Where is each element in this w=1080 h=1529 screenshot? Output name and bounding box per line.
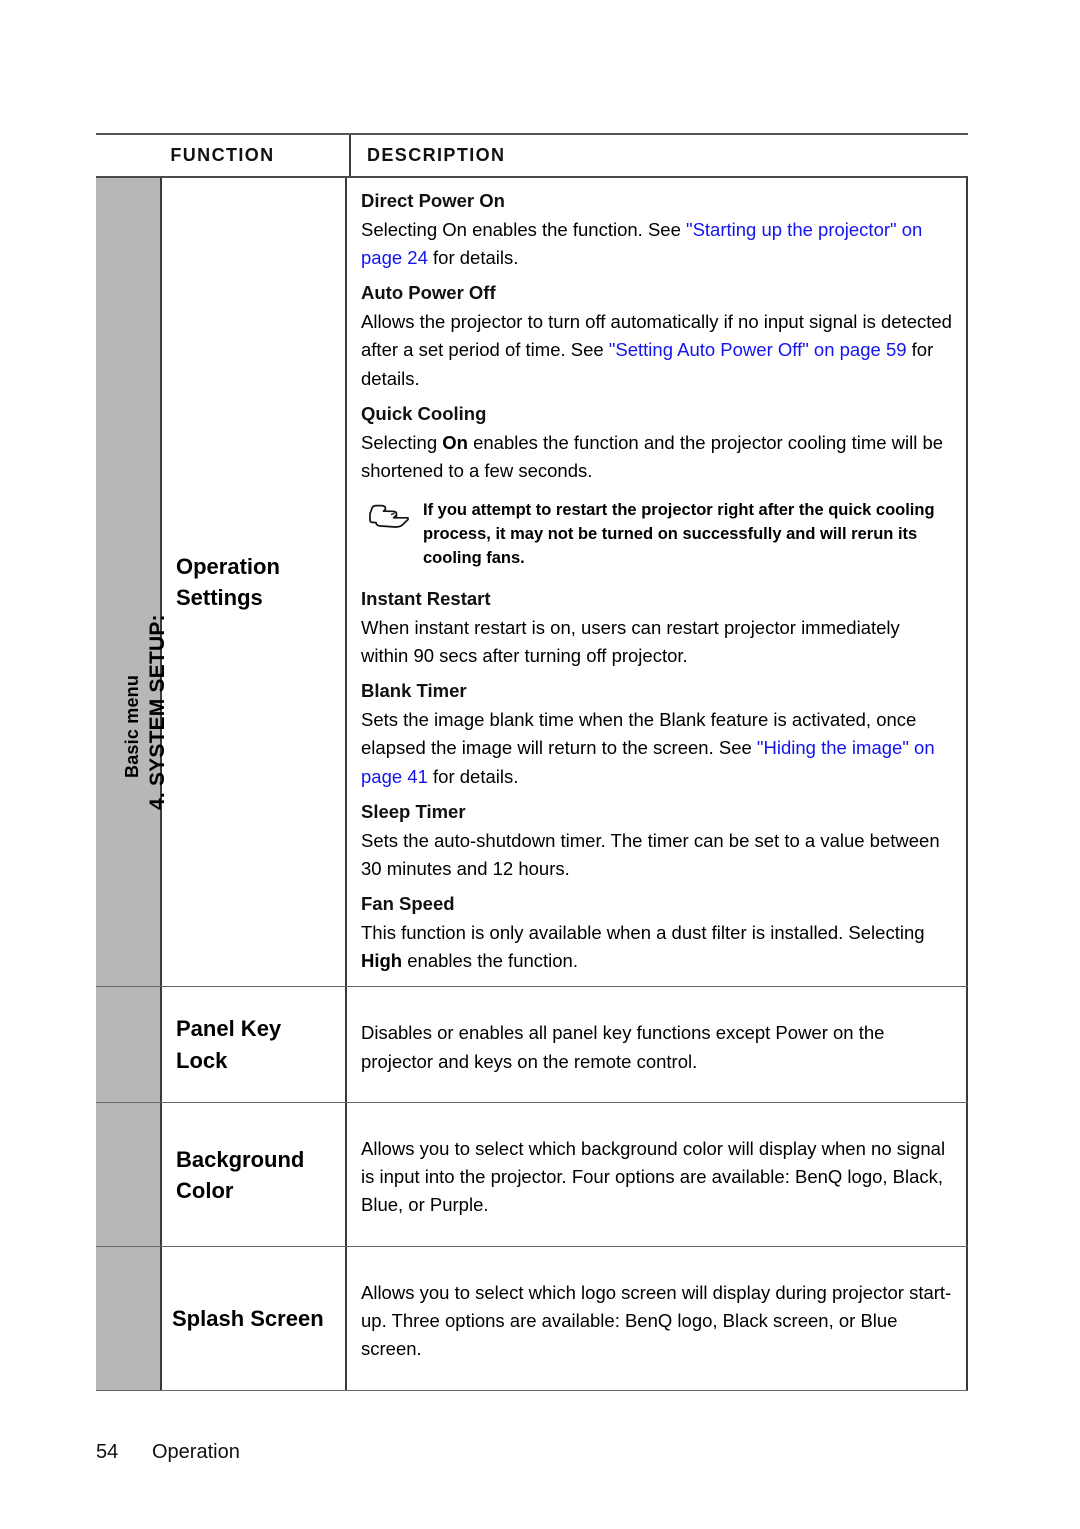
function-cell-splash-screen: Splash Screen	[160, 1247, 347, 1391]
pointing-hand-icon	[367, 499, 423, 571]
footer-section-label: Operation	[152, 1441, 240, 1463]
subheading-blank-timer: Blank Timer	[361, 680, 467, 702]
table-header-row: FUNCTION DESCRIPTION	[96, 135, 968, 176]
side-caption-secondary: Basic menu	[122, 674, 142, 778]
page-footer: 54 Operation	[96, 1441, 240, 1464]
paragraph-sleep-timer: Sets the auto-shutdown timer. The timer …	[361, 829, 940, 880]
subheading-fan-speed: Fan Speed	[361, 893, 455, 915]
table-row: Background Color Allows you to select wh…	[96, 1103, 968, 1247]
function-cell-operation-settings: Operation Settings	[160, 178, 347, 986]
note-callout: If you attempt to restart the projector …	[367, 499, 952, 571]
function-cell-panel-key-lock: Panel Key Lock	[160, 986, 347, 1103]
settings-table: FUNCTION DESCRIPTION 4. SYSTEM SETUP: Ba…	[96, 133, 968, 1392]
side-band	[96, 1247, 160, 1391]
document-page: FUNCTION DESCRIPTION 4. SYSTEM SETUP: Ba…	[0, 0, 1080, 1529]
paragraph-quick-cooling: Selecting On enables the function and th…	[361, 429, 952, 486]
description-cell-splash-screen: Allows you to select which logo screen w…	[347, 1247, 968, 1391]
paragraph-blank-timer: Sets the image blank time when the Blank…	[361, 706, 952, 791]
function-label-line2: Lock	[176, 1047, 228, 1073]
function-label-line1: Panel Key	[176, 1016, 282, 1042]
table-row: Panel Key Lock Disables or enables all p…	[96, 986, 968, 1103]
function-label-line1: Background	[176, 1146, 305, 1172]
subheading-quick-cooling: Quick Cooling	[361, 402, 487, 424]
description-cell-panel-key-lock: Disables or enables all panel key functi…	[347, 986, 968, 1103]
paragraph-fan-speed: This function is only available when a d…	[361, 919, 952, 976]
function-cell-background-color: Background Color	[160, 1103, 347, 1247]
paragraph-splash-screen: Allows you to select which logo screen w…	[361, 1281, 952, 1360]
table-row: 4. SYSTEM SETUP: Basic menu Operation Se…	[96, 178, 968, 986]
subheading-direct-power-on: Direct Power On	[361, 190, 505, 211]
text-post: enables the function.	[402, 950, 578, 972]
description-cell-operation-settings: Direct Power On Selecting On enables the…	[347, 178, 968, 986]
column-header-description: DESCRIPTION	[349, 135, 968, 176]
paragraph-panel-key-lock: Disables or enables all panel key functi…	[361, 1022, 885, 1072]
side-band: 4. SYSTEM SETUP: Basic menu	[96, 178, 169, 986]
function-label-line2: Color	[176, 1177, 234, 1203]
description-cell-background-color: Allows you to select which background co…	[347, 1103, 968, 1247]
text-pre: Selecting	[361, 431, 443, 453]
cross-reference-link[interactable]: "Setting Auto Power Off" on page 59	[609, 339, 907, 360]
text-pre: This function is only available when a d…	[361, 922, 925, 944]
text-post: for details.	[427, 765, 519, 787]
table-row: Splash Screen Allows you to select which…	[96, 1247, 968, 1391]
subheading-instant-restart: Instant Restart	[361, 588, 491, 610]
footer-page-number: 54	[96, 1441, 119, 1463]
function-label-line1: Operation	[176, 553, 280, 579]
subheading-auto-power-off: Auto Power Off	[361, 282, 496, 304]
emphasis-high: High	[361, 950, 403, 972]
paragraph-direct-power-on: Selecting On enables the function. See "…	[361, 216, 952, 273]
note-text: If you attempt to restart the projector …	[423, 501, 935, 568]
emphasis-on: On	[442, 431, 468, 453]
paragraph-instant-restart: When instant restart is on, users can re…	[361, 616, 900, 667]
side-band	[96, 986, 160, 1103]
text-post: for details.	[427, 247, 519, 269]
function-label-line2: Settings	[176, 584, 263, 610]
table-bottom-rule	[96, 1390, 968, 1392]
side-band	[96, 1103, 160, 1247]
subheading-sleep-timer: Sleep Timer	[361, 801, 466, 823]
paragraph-background-color: Allows you to select which background co…	[361, 1137, 946, 1216]
paragraph-auto-power-off: Allows the projector to turn off automat…	[361, 308, 952, 393]
function-label-line1: Splash Screen	[172, 1306, 324, 1332]
column-header-function: FUNCTION	[170, 145, 275, 165]
text-pre: Selecting On enables the function. See	[361, 218, 686, 240]
side-caption-primary: 4. SYSTEM SETUP:	[146, 614, 169, 810]
